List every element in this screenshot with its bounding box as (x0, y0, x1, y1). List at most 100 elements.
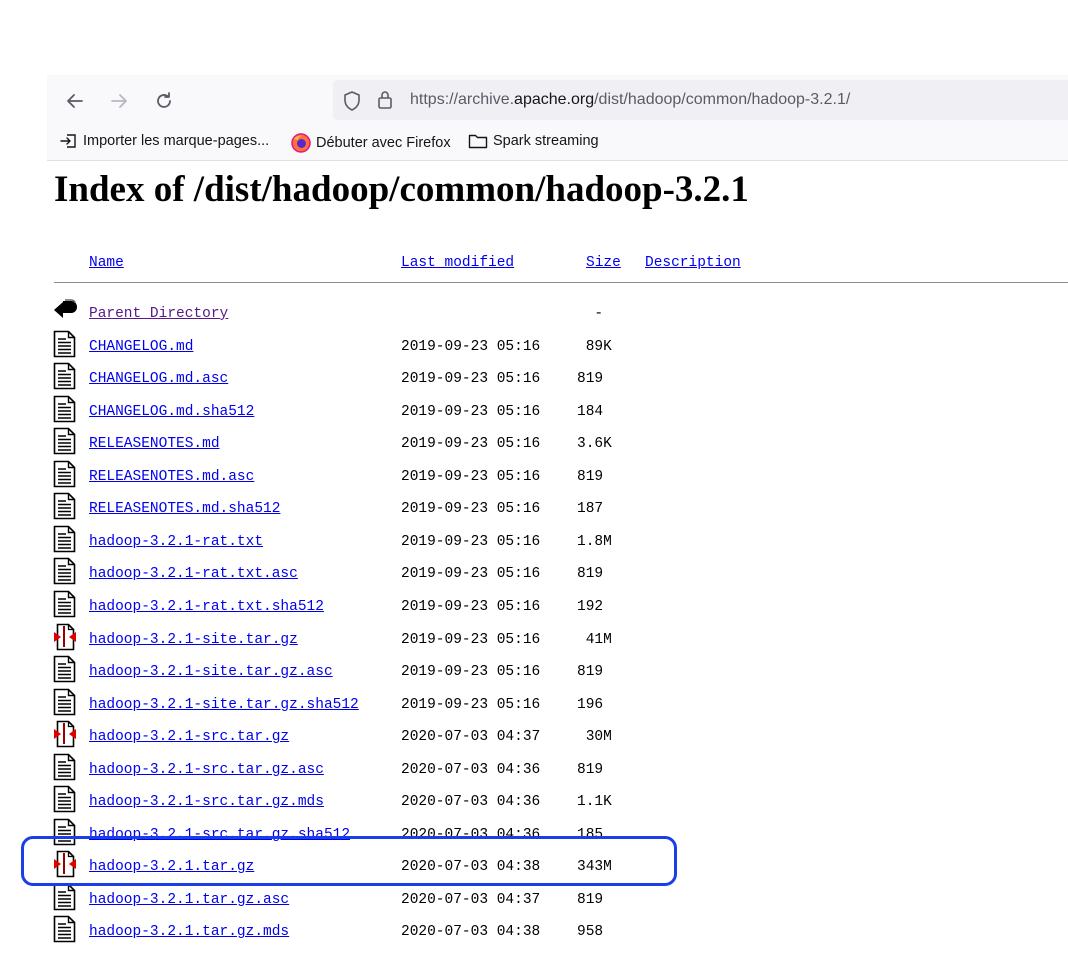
text-file-icon (53, 362, 77, 390)
file-size: 958 (577, 924, 604, 941)
bookmark-label: Importer les marque-pages... (83, 133, 270, 149)
last-modified: 2020-07-03 04:37 (401, 729, 541, 746)
bookmark-import[interactable]: Importer les marque-pages... (60, 133, 269, 149)
file-size: 819 (577, 371, 604, 388)
bookmark-folder-spark[interactable]: Spark streaming (468, 133, 599, 149)
bookmark-label: Débuter avec Firefox (316, 135, 451, 151)
file-link[interactable]: hadoop-3.2.1-rat.txt (89, 534, 263, 550)
last-modified: 2020-07-03 04:38 (401, 924, 541, 941)
file-size: 187 (577, 501, 604, 518)
file-link[interactable]: hadoop-3.2.1-site.tar.gz (89, 632, 298, 648)
last-modified: 2019-09-23 05:16 (401, 598, 541, 615)
file-link[interactable]: hadoop-3.2.1-rat.txt.sha512 (89, 599, 324, 615)
file-size: 819 (577, 664, 604, 681)
file-link[interactable]: hadoop-3.2.1-site.tar.gz.asc (89, 664, 333, 680)
forward-button[interactable] (107, 89, 131, 113)
url-path: /dist/hadoop/common/hadoop-3.2.1/ (594, 91, 851, 108)
file-link[interactable]: hadoop-3.2.1-src.tar.gz.asc (89, 762, 324, 778)
text-file-icon (53, 557, 77, 585)
file-size: 1.1K (577, 794, 612, 811)
parent-directory-link[interactable]: Parent Directory (89, 306, 228, 322)
last-modified: 2019-09-23 05:16 (401, 501, 541, 518)
url-bar[interactable]: https://archive.apache.org/dist/hadoop/c… (333, 80, 1068, 120)
file-link[interactable]: CHANGELOG.md.asc (89, 371, 228, 387)
file-link[interactable]: hadoop-3.2.1-rat.txt.asc (89, 566, 298, 582)
header-divider (54, 282, 1068, 283)
file-size: - (577, 306, 604, 322)
back-icon (53, 297, 77, 325)
list-item: hadoop-3.2.1-src.tar.gz.mds 2020-07-03 0… (0, 785, 1068, 826)
text-file-icon (53, 785, 77, 813)
list-item: hadoop-3.2.1-rat.txt 2019-09-23 05:16 1.… (0, 525, 1068, 566)
last-modified: 2019-09-23 05:16 (401, 403, 541, 420)
last-modified: 2019-09-23 05:16 (401, 468, 541, 485)
file-size: 89K (577, 338, 612, 355)
sort-by-description-link[interactable]: Description (645, 255, 741, 271)
bookmarks-toolbar: Importer les marque-pages... Débuter ave… (47, 130, 1068, 156)
file-size: 819 (577, 566, 604, 583)
last-modified: 2019-09-23 05:16 (401, 436, 541, 453)
list-item: hadoop-3.2.1-src.tar.gz 2020-07-03 04:37… (0, 720, 1068, 761)
list-item: hadoop-3.2.1-site.tar.gz.asc 2019-09-23 … (0, 655, 1068, 696)
file-link[interactable]: hadoop-3.2.1-src.tar.gz.mds (89, 794, 324, 810)
archive-file-icon (53, 720, 77, 748)
reload-button[interactable] (152, 89, 176, 113)
last-modified: 2019-09-23 05:16 (401, 664, 541, 681)
file-size: 1.8M (577, 533, 612, 550)
list-item: CHANGELOG.md.sha512 2019-09-23 05:16 184 (0, 395, 1068, 436)
file-size: 819 (577, 761, 604, 778)
file-size: 819 (577, 891, 604, 908)
file-size: 819 (577, 468, 604, 485)
list-item: CHANGELOG.md.asc 2019-09-23 05:16 819 (0, 362, 1068, 403)
file-link[interactable]: hadoop-3.2.1-src.tar.gz (89, 729, 289, 745)
last-modified: 2020-07-03 04:36 (401, 761, 541, 778)
list-item: CHANGELOG.md 2019-09-23 05:16 89K (0, 330, 1068, 371)
text-file-icon (53, 915, 77, 943)
sort-by-date-link[interactable]: Last modified (401, 255, 514, 271)
text-file-icon (53, 395, 77, 423)
last-modified: 2019-09-23 05:16 (401, 338, 541, 355)
list-item: RELEASENOTES.md 2019-09-23 05:16 3.6K (0, 427, 1068, 468)
text-file-icon (53, 753, 77, 781)
column-header-size[interactable]: Size (586, 255, 621, 271)
column-header-description[interactable]: Description (645, 255, 741, 271)
list-item: hadoop-3.2.1-src.tar.gz.asc 2020-07-03 0… (0, 753, 1068, 794)
file-link[interactable]: CHANGELOG.md (89, 339, 193, 355)
text-file-icon (53, 427, 77, 455)
column-header-last-modified[interactable]: Last modified (401, 255, 514, 271)
last-modified: 2019-09-23 05:16 (401, 631, 541, 648)
list-item: hadoop-3.2.1-rat.txt.asc 2019-09-23 05:1… (0, 558, 1068, 598)
file-size: 3.6K (577, 436, 612, 453)
last-modified: 2019-09-23 05:16 (401, 566, 541, 583)
arrow-left-icon (67, 94, 83, 108)
file-link[interactable]: CHANGELOG.md.sha512 (89, 404, 254, 420)
file-link[interactable]: RELEASENOTES.md (89, 436, 220, 452)
file-link[interactable]: RELEASENOTES.md.asc (89, 469, 254, 485)
file-link[interactable]: hadoop-3.2.1.tar.gz.mds (89, 924, 289, 940)
text-file-icon (53, 460, 77, 488)
file-link[interactable]: hadoop-3.2.1-site.tar.gz.sha512 (89, 697, 359, 713)
list-item: RELEASENOTES.md.sha512 2019-09-23 05:16 … (0, 492, 1068, 533)
file-link[interactable]: RELEASENOTES.md.sha512 (89, 501, 280, 517)
last-modified: 2019-09-23 05:16 (401, 696, 541, 713)
list-item: hadoop-3.2.1-site.tar.gz 2019-09-23 05:1… (0, 623, 1068, 664)
last-modified: 2019-09-23 05:16 (401, 533, 541, 550)
back-button[interactable] (63, 89, 87, 113)
text-file-icon (53, 590, 77, 618)
url-domain: apache.org (514, 91, 595, 108)
reload-icon (157, 92, 171, 108)
browser-toolbar: https://archive.apache.org/dist/hadoop/c… (47, 75, 1068, 161)
url-text: https://archive.apache.org/dist/hadoop/c… (410, 91, 850, 109)
file-link[interactable]: hadoop-3.2.1.tar.gz.asc (89, 892, 289, 908)
file-size: 184 (577, 403, 604, 420)
text-file-icon (53, 688, 77, 716)
sort-by-size-link[interactable]: Size (586, 255, 621, 271)
arrow-right-icon (111, 94, 127, 108)
import-icon (60, 134, 76, 148)
column-header-name[interactable]: Name (89, 255, 124, 271)
bookmark-firefox[interactable]: Débuter avec Firefox (291, 133, 451, 153)
folder-icon (468, 134, 488, 149)
sort-by-name-link[interactable]: Name (89, 255, 124, 271)
list-item: RELEASENOTES.md.asc 2019-09-23 05:16 819 (0, 460, 1068, 501)
url-prefix: https://archive. (410, 91, 515, 108)
